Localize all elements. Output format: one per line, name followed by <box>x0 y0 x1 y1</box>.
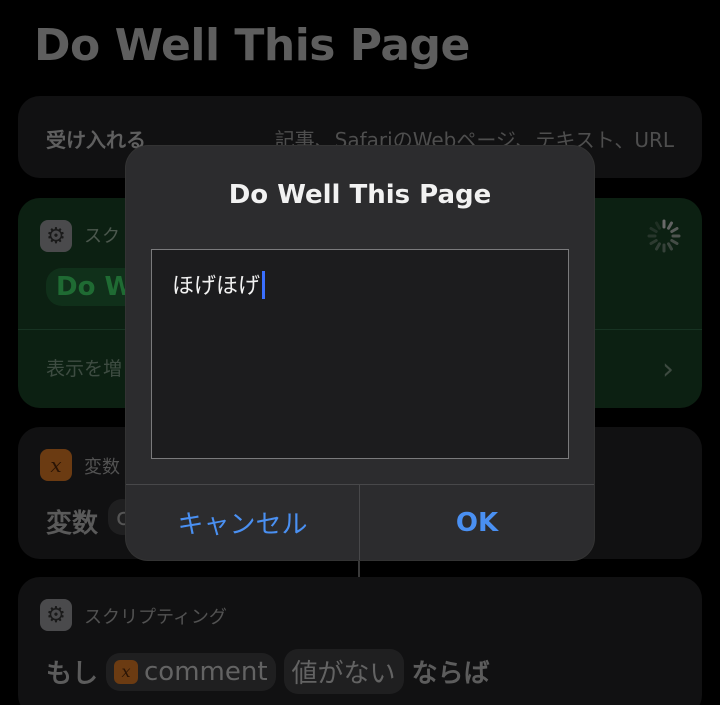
variable-card-header: 変数 <box>84 457 120 478</box>
connector-line <box>358 558 360 578</box>
gear-icon: ⚙ <box>40 220 72 252</box>
variable-card-body: 変数 <box>46 509 99 539</box>
text-caret <box>262 271 266 299</box>
ok-button[interactable]: OK <box>360 485 594 560</box>
alert-text-value: ほげほげ <box>172 274 261 299</box>
chevron-right-icon[interactable]: › <box>662 352 674 387</box>
page-title: Do Well This Page <box>34 20 470 71</box>
if-condition-row: もし x comment 値がない ならば <box>46 649 490 694</box>
gear-icon: ⚙ <box>40 599 72 631</box>
variable-name: comment <box>144 656 268 687</box>
show-more-link[interactable]: 表示を増 <box>46 354 122 381</box>
if-card-header: スクリプティング <box>84 607 227 628</box>
alert-text-field[interactable]: ほげほげ <box>151 249 569 459</box>
variable-pill[interactable]: x comment <box>106 652 276 691</box>
cancel-button[interactable]: キャンセル <box>126 485 359 560</box>
condition-pill[interactable]: 値がない <box>283 649 404 694</box>
if-suffix: ならば <box>411 659 490 689</box>
loading-spinner-icon <box>647 219 681 253</box>
if-card[interactable]: ⚙ スクリプティング もし x comment 値がない ならば <box>18 577 702 705</box>
variable-icon: x <box>114 659 139 684</box>
accepts-label: 受け入れる <box>46 128 146 152</box>
alert-title: Do Well This Page <box>228 180 492 210</box>
script-card-header: スク <box>84 226 120 247</box>
if-prefix: もし <box>46 659 99 689</box>
text-input-alert: Do Well This Page ほげほげ キャンセル OK <box>126 146 594 560</box>
variable-icon: x <box>40 449 72 481</box>
